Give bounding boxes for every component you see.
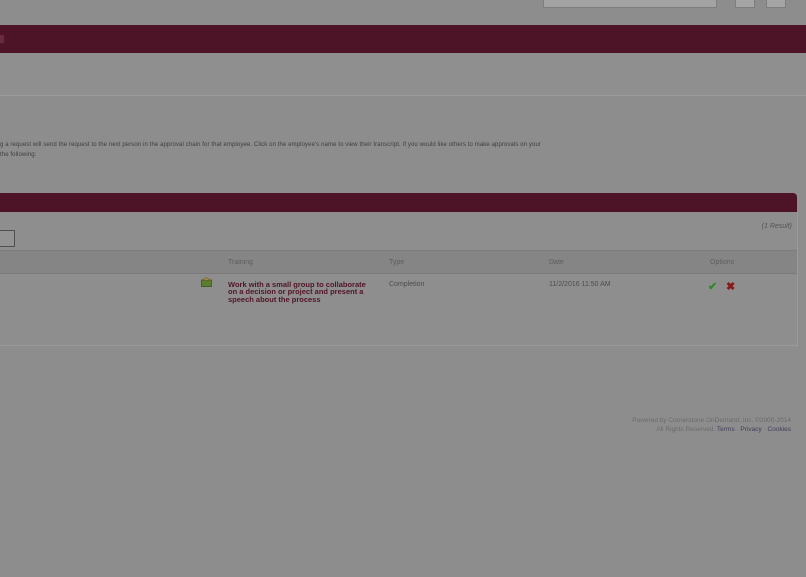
table-header: Training Type Date Options [0, 250, 797, 274]
header-button[interactable] [735, 0, 755, 8]
search-input[interactable] [543, 0, 717, 8]
request-date: 11/2/2016 11:50 AM [549, 281, 611, 288]
page-description: g a request will send the request to the… [0, 140, 800, 160]
footer-link-privacy[interactable]: Privacy [740, 426, 761, 433]
column-header-options: Options [710, 259, 735, 266]
result-count: (1 Result) [761, 223, 792, 230]
footer-links: All Rights Reserved. Terms · Privacy · C… [656, 426, 791, 433]
column-header-type[interactable]: Type [389, 259, 404, 266]
panel-header [0, 193, 797, 212]
document-icon [201, 277, 212, 287]
footer-rights: All Rights Reserved. [656, 426, 716, 433]
description-line-1: g a request will send the request to the… [0, 142, 541, 148]
footer: Powered by Cornerstone OnDemand, Inc. ©2… [632, 416, 791, 434]
banner-edge [0, 35, 4, 43]
training-type: Completion [389, 281, 425, 288]
sub-navigation [0, 53, 806, 96]
column-header-date[interactable]: Date [549, 259, 564, 266]
filter-input[interactable] [0, 230, 15, 247]
footer-powered-by: Powered by Cornerstone OnDemand, Inc. ©2… [632, 417, 791, 424]
footer-link-terms[interactable]: Terms [717, 426, 735, 433]
column-header-training[interactable]: Training [228, 259, 253, 266]
x-icon[interactable]: ✖ [726, 280, 735, 293]
top-banner [0, 25, 806, 53]
description-line-2: the following: [0, 152, 37, 158]
footer-link-cookies[interactable]: Cookies [768, 426, 791, 433]
checkmark-icon[interactable]: ✔ [708, 280, 717, 293]
header-button-2[interactable] [766, 0, 786, 8]
training-title-link[interactable]: Work with a small group to collaborate o… [228, 281, 368, 303]
